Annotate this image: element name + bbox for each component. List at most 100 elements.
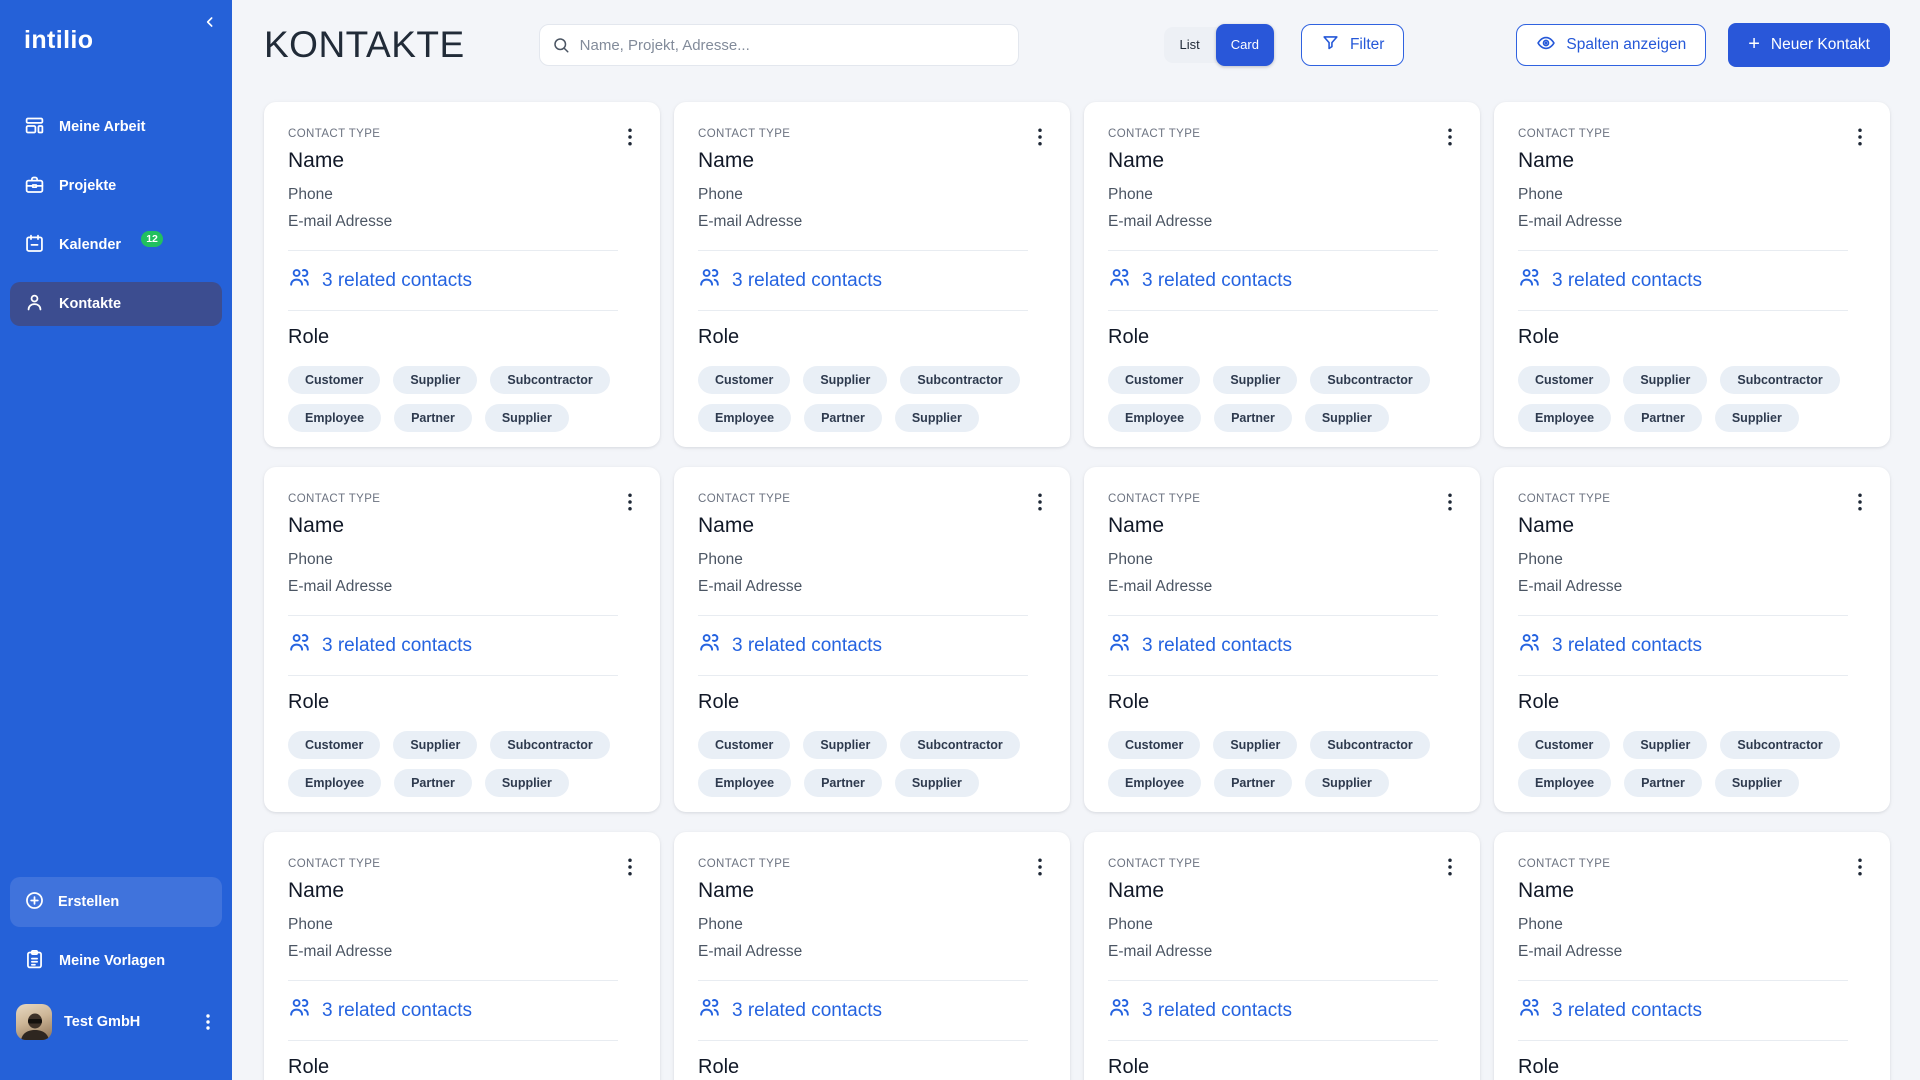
new-contact-button[interactable]: + Neuer Kontakt <box>1728 23 1890 67</box>
new-contact-label: Neuer Kontakt <box>1770 36 1870 53</box>
contact-card: CONTACT TYPE Name Phone E-mail Adresse 3… <box>264 467 660 812</box>
role-tag: Supplier <box>1213 366 1298 395</box>
account-menu-button[interactable] <box>200 1013 216 1031</box>
role-tag: Employee <box>288 769 382 798</box>
card-head: CONTACT TYPE <box>698 858 1046 879</box>
role-heading: Role <box>288 1056 330 1079</box>
role-heading: Role <box>1108 326 1150 349</box>
contact-phone: Phone <box>1108 186 1153 203</box>
user-icon <box>24 292 45 317</box>
card-menu-button[interactable] <box>1848 124 1872 150</box>
role-tag: Partner <box>394 404 472 433</box>
contacts-grid: CONTACT TYPE Name Phone E-mail Adresse 3… <box>264 102 1890 1080</box>
contact-name: Name <box>698 879 755 902</box>
filter-button[interactable]: Filter <box>1300 24 1405 66</box>
related-contacts-link[interactable]: 3 related contacts <box>1518 996 1866 1025</box>
contact-name: Name <box>1108 514 1165 537</box>
contact-name: Name <box>288 879 345 902</box>
card-head: CONTACT TYPE <box>1108 493 1456 514</box>
role-tag: Subcontractor <box>900 731 1020 760</box>
page-header: KONTAKTE List Card Filter Spalten anzeig… <box>264 22 1890 68</box>
sidebar-item-meine-arbeit[interactable]: Meine Arbeit <box>10 105 222 149</box>
create-button[interactable]: Erstellen <box>10 877 222 927</box>
sidebar-collapse-button[interactable] <box>198 12 222 36</box>
related-contacts-link[interactable]: 3 related contacts <box>698 266 1046 295</box>
account-row[interactable]: Test GmbH <box>10 998 222 1046</box>
divider <box>1108 675 1438 677</box>
related-contacts-link[interactable]: 3 related contacts <box>288 266 636 295</box>
role-tag: Supplier <box>803 366 888 395</box>
role-tag: Subcontractor <box>1720 366 1840 395</box>
related-contacts-link[interactable]: 3 related contacts <box>1108 631 1456 660</box>
role-tag: Employee <box>1518 769 1612 798</box>
role-tag: Subcontractor <box>1310 731 1430 760</box>
card-menu-button[interactable] <box>618 124 642 150</box>
card-menu-button[interactable] <box>1848 854 1872 880</box>
contact-phone: Phone <box>1108 916 1153 933</box>
filter-button-label: Filter <box>1349 36 1385 53</box>
plus-circle-icon <box>24 890 45 915</box>
role-tag: Supplier <box>1623 366 1708 395</box>
card-menu-button[interactable] <box>1438 854 1462 880</box>
card-menu-button[interactable] <box>1028 489 1052 515</box>
related-contacts-link[interactable]: 3 related contacts <box>288 631 636 660</box>
card-head: CONTACT TYPE <box>1108 128 1456 149</box>
contact-card: CONTACT TYPE Name Phone E-mail Adresse 3… <box>264 102 660 447</box>
role-tag: Partner <box>1624 769 1702 798</box>
divider <box>698 980 1028 982</box>
related-contacts-label: 3 related contacts <box>1142 634 1292 656</box>
card-head: CONTACT TYPE <box>698 493 1046 514</box>
divider <box>1518 310 1848 312</box>
role-tags: Customer Supplier Subcontractor Employee… <box>1108 731 1456 798</box>
contact-type-label: CONTACT TYPE <box>1518 128 1611 140</box>
kebab-icon <box>1448 858 1452 876</box>
contact-card: CONTACT TYPE Name Phone E-mail Adresse 3… <box>1084 832 1480 1080</box>
role-tag: Subcontractor <box>1310 366 1430 395</box>
card-menu-button[interactable] <box>618 854 642 880</box>
role-tag: Supplier <box>803 731 888 760</box>
card-menu-button[interactable] <box>618 489 642 515</box>
contact-email: E-mail Adresse <box>698 212 803 230</box>
related-contacts-link[interactable]: 3 related contacts <box>1518 631 1866 660</box>
view-toggle-list[interactable]: List <box>1164 27 1216 63</box>
related-contacts-link[interactable]: 3 related contacts <box>288 996 636 1025</box>
card-menu-button[interactable] <box>1028 854 1052 880</box>
users-icon <box>288 631 311 660</box>
divider <box>288 310 618 312</box>
related-contacts-link[interactable]: 3 related contacts <box>1518 266 1866 295</box>
role-heading: Role <box>1518 1056 1560 1079</box>
contact-email: E-mail Adresse <box>1518 212 1623 230</box>
divider <box>698 310 1028 312</box>
related-contacts-link[interactable]: 3 related contacts <box>1108 266 1456 295</box>
role-tag: Supplier <box>393 731 478 760</box>
card-menu-button[interactable] <box>1028 124 1052 150</box>
sidebar-item-kontakte[interactable]: Kontakte <box>10 282 222 326</box>
card-menu-button[interactable] <box>1848 489 1872 515</box>
search-input[interactable] <box>538 24 1019 66</box>
contact-email: E-mail Adresse <box>1518 577 1623 595</box>
card-menu-button[interactable] <box>1438 124 1462 150</box>
divider <box>288 1040 618 1042</box>
view-toggle-card[interactable]: Card <box>1215 24 1274 66</box>
related-contacts-link[interactable]: 3 related contacts <box>698 996 1046 1025</box>
show-columns-button[interactable]: Spalten anzeigen <box>1516 24 1707 66</box>
sidebar-item-projekte[interactable]: Projekte <box>10 164 222 208</box>
related-contacts-link[interactable]: 3 related contacts <box>1108 996 1456 1025</box>
role-heading: Role <box>1108 1056 1150 1079</box>
users-icon <box>1518 996 1541 1025</box>
related-contacts-link[interactable]: 3 related contacts <box>698 631 1046 660</box>
role-heading: Role <box>1518 691 1560 714</box>
contact-card: CONTACT TYPE Name Phone E-mail Adresse 3… <box>1494 467 1890 812</box>
sidebar-item-kalender[interactable]: Kalender 12 <box>10 223 222 267</box>
related-contacts-label: 3 related contacts <box>732 634 882 656</box>
sidebar-item-meine-vorlagen[interactable]: Meine Vorlagen <box>10 939 222 983</box>
role-heading: Role <box>698 1056 740 1079</box>
divider <box>1108 615 1438 617</box>
role-tag: Supplier <box>894 769 979 798</box>
role-tag: Employee <box>698 404 792 433</box>
account-avatar <box>16 1004 52 1040</box>
users-icon <box>698 996 721 1025</box>
card-menu-button[interactable] <box>1438 489 1462 515</box>
sidebar-footer: Erstellen Meine Vorlagen Test GmbH <box>0 877 232 1080</box>
sidebar-item-label: Kontakte <box>59 296 122 312</box>
